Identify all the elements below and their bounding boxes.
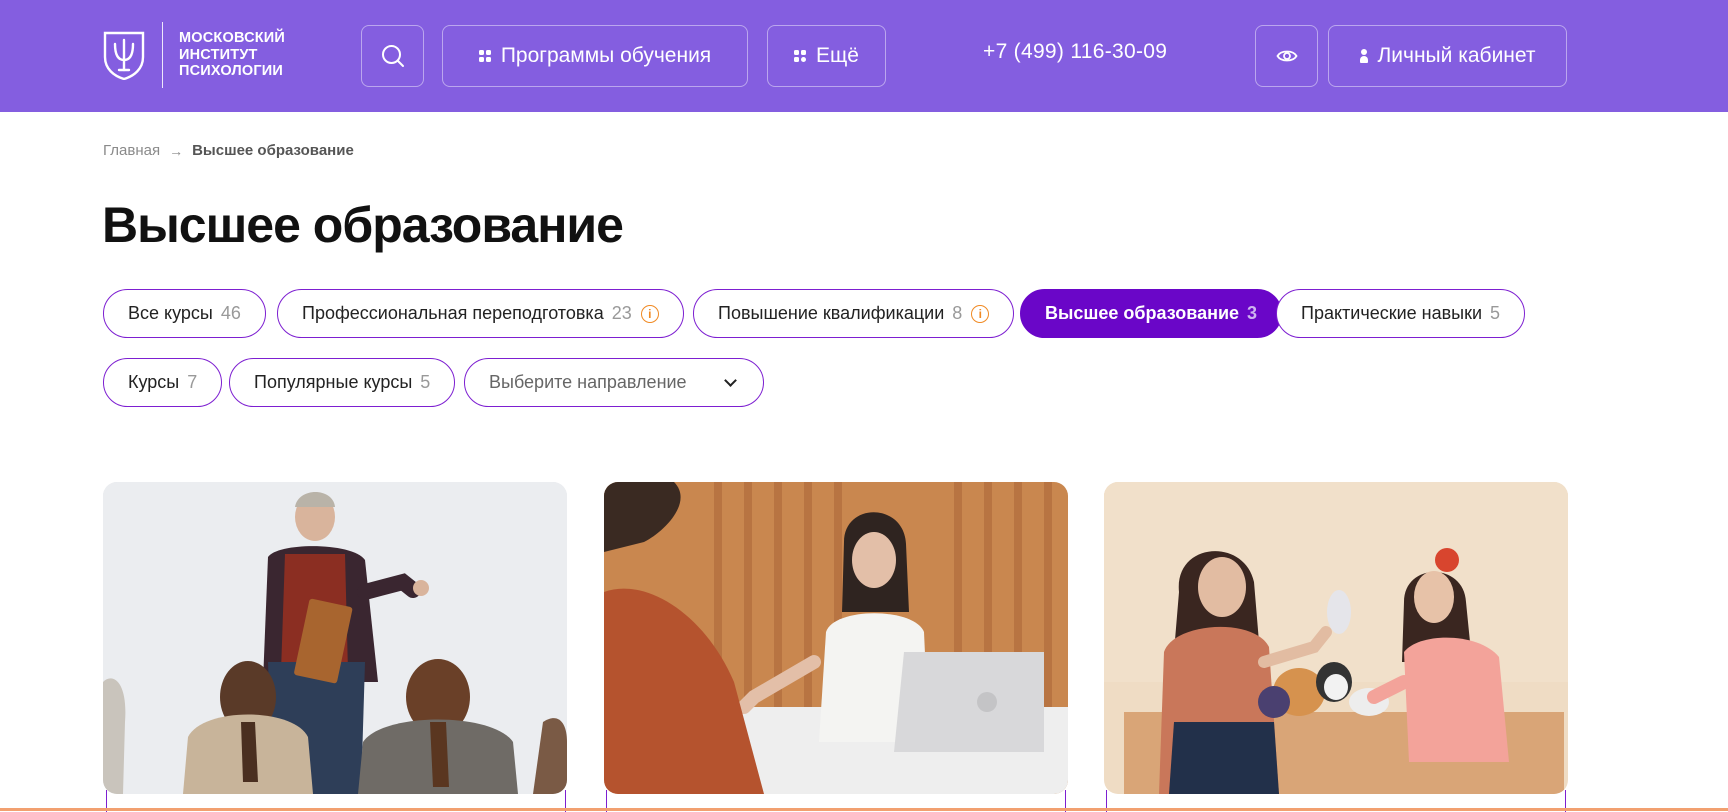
breadcrumb-home-link[interactable]: Главная — [103, 142, 160, 159]
filter-label: Высшее образование — [1045, 303, 1240, 323]
phone-link[interactable]: +7 (499) 116-30-09 — [983, 40, 1167, 64]
logo-line: ПСИХОЛОГИИ — [179, 63, 284, 80]
site-header: МОСКОВСКИЙ ИНСТИТУТ ПСИХОЛОГИИ Программы… — [0, 0, 1728, 112]
filter-all-courses[interactable]: Все курсы 46 — [103, 289, 266, 338]
filter-label: Повышение квалификации — [718, 303, 945, 323]
filter-count: 5 — [1490, 303, 1501, 323]
accessibility-button[interactable] — [1255, 25, 1318, 87]
filter-popular-courses[interactable]: Популярные курсы 5 — [229, 358, 456, 407]
user-icon — [1359, 49, 1368, 63]
logo-line: ИНСТИТУТ — [179, 46, 258, 63]
logo-shield-icon — [103, 31, 145, 80]
filter-professional-retraining[interactable]: Профессиональная переподготовка 23 i — [277, 289, 684, 338]
child-therapy-photo — [1104, 482, 1568, 794]
page-title: Высшее образование — [102, 197, 624, 253]
breadcrumb: Главная → Высшее образование — [103, 142, 354, 159]
personal-account-label: Личный кабинет — [1377, 44, 1536, 67]
filter-courses[interactable]: Курсы 7 — [103, 358, 223, 407]
direction-select-placeholder: Выберите направление — [489, 372, 687, 392]
personal-account-button[interactable]: Личный кабинет — [1328, 25, 1567, 87]
more-menu-label: Ещё — [816, 44, 859, 67]
filter-count: 23 — [611, 303, 632, 323]
course-card-image-lecturer[interactable] — [103, 482, 567, 794]
programs-menu-label: Программы обучения — [500, 44, 712, 67]
filter-higher-education[interactable]: Высшее образование 3 — [1020, 289, 1283, 338]
filter-qualification-upgrade[interactable]: Повышение квалификации 8 i — [693, 289, 1015, 338]
grid-icon — [478, 50, 491, 62]
filter-count: 5 — [420, 372, 431, 392]
direction-select[interactable]: Выберите направление — [464, 358, 764, 407]
lecturer-photo — [103, 482, 567, 794]
bottom-accent-line — [0, 808, 1728, 811]
filter-label: Практические навыки — [1301, 303, 1483, 323]
breadcrumb-arrow-icon: → — [169, 142, 184, 159]
filter-label: Все курсы — [128, 303, 213, 323]
more-menu-button[interactable]: Ещё — [767, 25, 886, 87]
search-button[interactable] — [361, 25, 424, 87]
filter-count: 7 — [187, 372, 198, 392]
chevron-down-icon — [724, 373, 737, 387]
programs-menu-button[interactable]: Программы обучения — [442, 25, 748, 87]
breadcrumb-current: Высшее образование — [192, 142, 354, 159]
logo-line: МОСКОВСКИЙ — [179, 30, 286, 47]
filter-practical-skills[interactable]: Практические навыки 5 — [1276, 289, 1526, 338]
site-logo[interactable]: МОСКОВСКИЙ ИНСТИТУТ ПСИХОЛОГИИ — [103, 22, 285, 88]
consultation-photo — [604, 482, 1068, 794]
filter-label: Профессиональная переподготовка — [302, 303, 604, 323]
filter-count: 3 — [1247, 303, 1258, 323]
eye-icon — [1275, 50, 1298, 62]
filter-count: 46 — [220, 303, 241, 323]
info-icon[interactable]: i — [640, 304, 659, 323]
search-icon — [381, 45, 404, 67]
logo-divider — [162, 22, 163, 88]
info-icon[interactable]: i — [971, 304, 990, 323]
logo-text: МОСКОВСКИЙ ИНСТИТУТ ПСИХОЛОГИИ — [179, 30, 285, 80]
filter-count: 8 — [952, 303, 963, 323]
more-grid-icon — [794, 50, 807, 62]
filter-label: Курсы — [128, 372, 180, 392]
course-card-image-child-therapy[interactable] — [1104, 482, 1568, 794]
filter-label: Популярные курсы — [254, 372, 413, 392]
course-card-image-consultation[interactable] — [604, 482, 1068, 794]
